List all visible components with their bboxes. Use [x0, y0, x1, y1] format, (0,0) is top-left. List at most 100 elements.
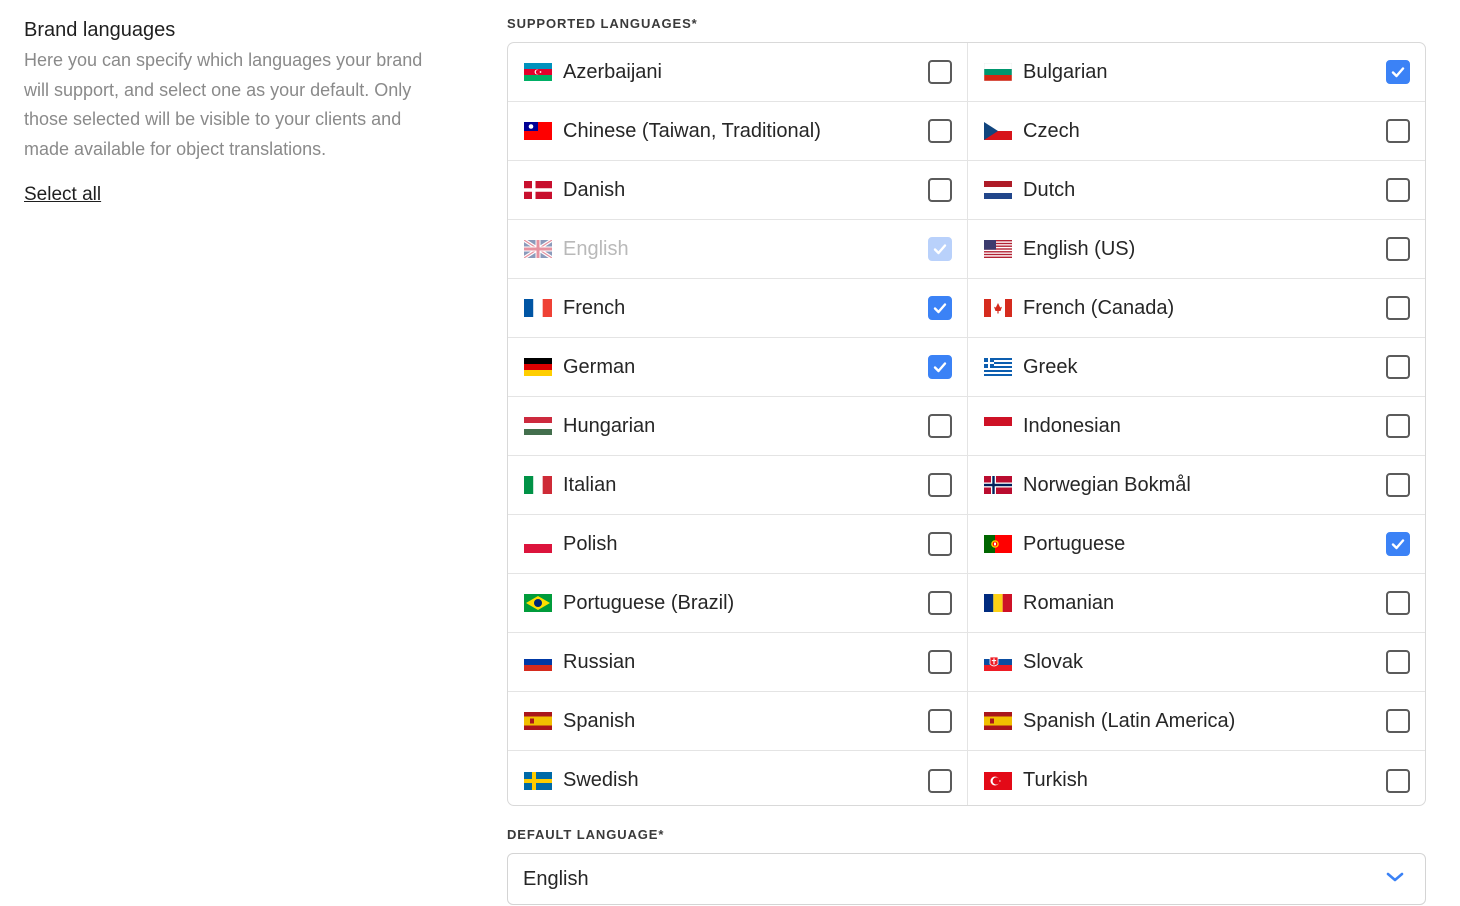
- language-option-english-us[interactable]: English (US): [968, 220, 1425, 279]
- language-label: Danish: [563, 178, 626, 201]
- language-label: Azerbaijani: [563, 60, 662, 83]
- language-label: Turkish: [1023, 769, 1088, 791]
- language-checkbox-german[interactable]: [928, 355, 952, 379]
- de-flag-icon: [524, 358, 552, 376]
- language-label: Bulgarian: [1023, 60, 1108, 83]
- language-option-dutch[interactable]: Dutch: [968, 161, 1425, 220]
- ca-flag-icon: [984, 299, 1012, 317]
- language-checkbox-italian[interactable]: [928, 473, 952, 497]
- language-label: English (US): [1023, 237, 1136, 260]
- language-option-german[interactable]: German: [508, 338, 968, 397]
- chevron-down-icon: [1385, 870, 1405, 889]
- language-option-chinese-taiwan-traditional[interactable]: Chinese (Taiwan, Traditional): [508, 102, 968, 161]
- language-option-russian[interactable]: Russian: [508, 633, 968, 692]
- it-flag-icon: [524, 476, 552, 494]
- language-checkbox-czech[interactable]: [1386, 119, 1410, 143]
- language-label: German: [563, 355, 636, 378]
- tw-flag-icon: [524, 122, 552, 140]
- language-checkbox-greek[interactable]: [1386, 355, 1410, 379]
- az-flag-icon: [524, 63, 552, 81]
- language-label: Spanish (Latin America): [1023, 709, 1236, 732]
- language-option-spanish[interactable]: Spanish: [508, 692, 968, 751]
- language-checkbox-danish[interactable]: [928, 178, 952, 202]
- language-checkbox-spanish[interactable]: [928, 709, 952, 733]
- language-option-portuguese[interactable]: Portuguese: [968, 515, 1425, 574]
- bg-flag-icon: [984, 63, 1012, 81]
- language-checkbox-english: [928, 237, 952, 261]
- language-option-french-canada[interactable]: French (Canada): [968, 279, 1425, 338]
- language-label: Portuguese (Brazil): [563, 591, 735, 614]
- default-language-value: English: [523, 867, 589, 890]
- language-checkbox-romanian[interactable]: [1386, 591, 1410, 615]
- language-label: Greek: [1023, 355, 1078, 378]
- language-checkbox-chinese-taiwan-traditional[interactable]: [928, 119, 952, 143]
- no-flag-icon: [984, 476, 1012, 494]
- language-label: Chinese (Taiwan, Traditional): [563, 119, 821, 142]
- language-option-norwegian-bokm-l[interactable]: Norwegian Bokmål: [968, 456, 1425, 515]
- tr-flag-icon: [984, 771, 1012, 790]
- ro-flag-icon: [984, 594, 1012, 612]
- language-option-indonesian[interactable]: Indonesian: [968, 397, 1425, 456]
- hu-flag-icon: [524, 417, 552, 435]
- select-all-link[interactable]: Select all: [24, 184, 101, 206]
- brand-languages-info: Brand languages Here you can specify whi…: [24, 16, 444, 206]
- language-label: Spanish: [563, 709, 636, 732]
- gr-flag-icon: [984, 358, 1012, 376]
- language-label: Polish: [563, 532, 618, 555]
- fr-flag-icon: [524, 299, 552, 317]
- language-checkbox-indonesian[interactable]: [1386, 414, 1410, 438]
- language-checkbox-russian[interactable]: [928, 650, 952, 674]
- language-label: French (Canada): [1023, 296, 1175, 319]
- language-checkbox-norwegian-bokm-l[interactable]: [1386, 473, 1410, 497]
- language-label: Slovak: [1023, 650, 1084, 673]
- language-option-hungarian[interactable]: Hungarian: [508, 397, 968, 456]
- es-flag-icon: [984, 712, 1012, 730]
- language-checkbox-turkish[interactable]: [1386, 768, 1410, 793]
- language-label: French: [563, 296, 626, 319]
- language-label: English: [563, 237, 629, 260]
- language-option-spanish-latin-america[interactable]: Spanish (Latin America): [968, 692, 1425, 751]
- language-checkbox-azerbaijani[interactable]: [928, 60, 952, 84]
- language-option-portuguese-brazil[interactable]: Portuguese (Brazil): [508, 574, 968, 633]
- gb-flag-icon: [524, 240, 552, 258]
- es-flag-icon: [524, 712, 552, 730]
- pl-flag-icon: [524, 535, 552, 553]
- language-option-french[interactable]: French: [508, 279, 968, 338]
- language-checkbox-portuguese[interactable]: [1386, 532, 1410, 556]
- language-checkbox-english-us[interactable]: [1386, 237, 1410, 261]
- cz-flag-icon: [984, 122, 1012, 140]
- br-flag-icon: [524, 594, 552, 612]
- supported-languages-label: SUPPORTED LANGUAGES*: [507, 16, 698, 31]
- language-option-turkish[interactable]: Turkish: [968, 751, 1425, 805]
- dk-flag-icon: [524, 181, 552, 199]
- language-checkbox-spanish-latin-america[interactable]: [1386, 709, 1410, 733]
- se-flag-icon: [524, 771, 552, 790]
- language-option-italian[interactable]: Italian: [508, 456, 968, 515]
- language-label: Norwegian Bokmål: [1023, 473, 1191, 496]
- us-flag-icon: [984, 240, 1012, 258]
- language-checkbox-portuguese-brazil[interactable]: [928, 591, 952, 615]
- default-language-select[interactable]: English: [507, 853, 1426, 905]
- language-checkbox-dutch[interactable]: [1386, 178, 1410, 202]
- language-option-polish[interactable]: Polish: [508, 515, 968, 574]
- default-language-label: DEFAULT LANGUAGE*: [507, 827, 665, 842]
- language-checkbox-hungarian[interactable]: [928, 414, 952, 438]
- language-option-greek[interactable]: Greek: [968, 338, 1425, 397]
- language-option-danish[interactable]: Danish: [508, 161, 968, 220]
- language-option-bulgarian[interactable]: Bulgarian: [968, 43, 1425, 102]
- language-option-czech[interactable]: Czech: [968, 102, 1425, 161]
- language-checkbox-bulgarian[interactable]: [1386, 60, 1410, 84]
- language-checkbox-swedish[interactable]: [928, 768, 952, 793]
- language-checkbox-french-canada[interactable]: [1386, 296, 1410, 320]
- language-label: Swedish: [563, 769, 639, 791]
- language-checkbox-french[interactable]: [928, 296, 952, 320]
- language-checkbox-slovak[interactable]: [1386, 650, 1410, 674]
- id-flag-icon: [984, 417, 1012, 435]
- language-option-romanian[interactable]: Romanian: [968, 574, 1425, 633]
- language-option-slovak[interactable]: Slovak: [968, 633, 1425, 692]
- language-option-swedish[interactable]: Swedish: [508, 751, 968, 805]
- pt-flag-icon: [984, 535, 1012, 553]
- language-label: Czech: [1023, 119, 1080, 142]
- language-checkbox-polish[interactable]: [928, 532, 952, 556]
- language-option-azerbaijani[interactable]: Azerbaijani: [508, 43, 968, 102]
